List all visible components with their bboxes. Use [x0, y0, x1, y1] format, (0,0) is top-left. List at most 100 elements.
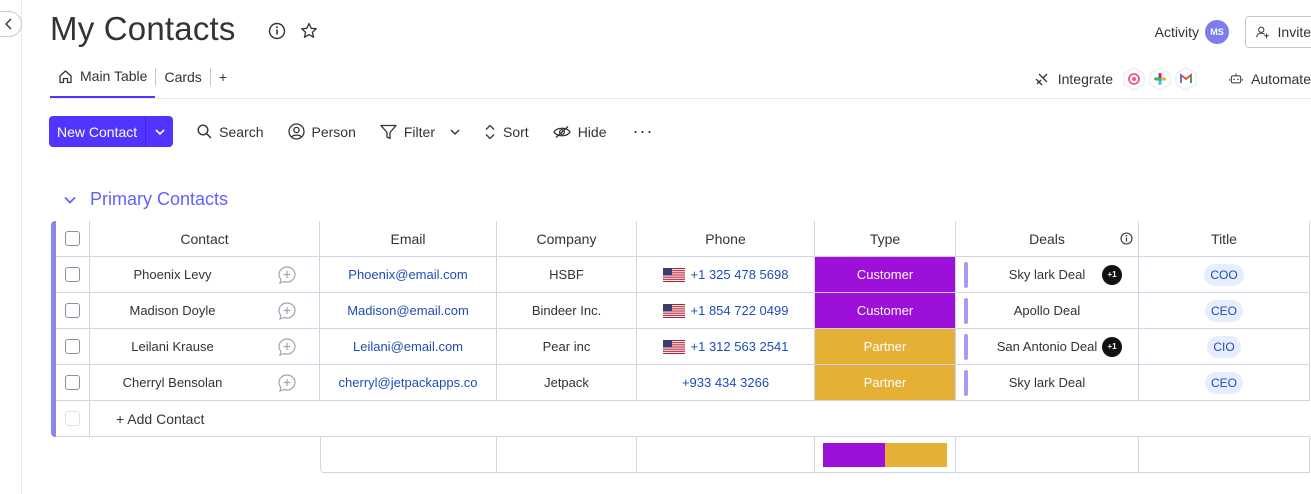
type-status-cell[interactable]: Partner: [815, 329, 956, 365]
new-contact-dropdown[interactable]: [146, 116, 173, 147]
email-cell[interactable]: Leilani@email.com: [320, 329, 497, 365]
tab-main-table[interactable]: Main Table: [50, 62, 156, 98]
phone-cell[interactable]: +933 434 3266: [637, 365, 815, 401]
eye-off-icon: [552, 125, 571, 138]
group-title[interactable]: Primary Contacts: [90, 189, 228, 210]
type-summary-cell[interactable]: [815, 437, 956, 473]
us-flag-icon: [662, 339, 685, 354]
new-contact-button[interactable]: New Contact: [49, 116, 174, 147]
company-cell[interactable]: HSBF: [497, 257, 637, 293]
search-button[interactable]: Search: [197, 124, 264, 140]
type-status-cell[interactable]: Customer: [815, 293, 956, 329]
deals-cell[interactable]: San Antonio Deal +1: [956, 329, 1139, 365]
company-cell[interactable]: Jetpack: [497, 365, 637, 401]
sort-button[interactable]: Sort: [484, 124, 529, 140]
select-all-cell: [56, 221, 90, 257]
deal-color-bar: [964, 334, 968, 360]
add-row-checkbox: [65, 411, 80, 426]
company-cell[interactable]: Bindeer Inc.: [497, 293, 637, 329]
summary-cell: [956, 437, 1139, 473]
column-header-email[interactable]: Email: [320, 221, 497, 257]
deals-cell[interactable]: Sky lark Deal: [956, 365, 1139, 401]
row-checkbox[interactable]: [65, 267, 80, 282]
select-all-checkbox[interactable]: [65, 231, 80, 246]
row-select-cell: [56, 293, 90, 329]
title-cell[interactable]: COO: [1139, 257, 1310, 293]
title-cell[interactable]: CIO: [1139, 329, 1310, 365]
hide-button[interactable]: Hide: [552, 123, 607, 140]
company-cell[interactable]: Pear inc: [497, 329, 637, 365]
column-header-type[interactable]: Type: [815, 221, 956, 257]
chevron-down-icon[interactable]: [450, 129, 460, 135]
activity-link[interactable]: Activity: [1155, 24, 1199, 40]
deal-color-bar: [964, 370, 968, 396]
deals-cell[interactable]: Sky lark Deal +1: [956, 257, 1139, 293]
column-header-deals[interactable]: Deals: [956, 221, 1139, 257]
contact-name[interactable]: Cherryl Bensolan: [90, 365, 255, 401]
invite-button[interactable]: Invite: [1245, 16, 1311, 48]
more-options-button[interactable]: ···: [632, 121, 653, 142]
info-icon[interactable]: [268, 22, 286, 40]
extra-deals-badge[interactable]: +1: [1102, 336, 1122, 357]
add-update-icon[interactable]: [277, 301, 297, 321]
phone-cell[interactable]: +1 854 722 0499: [637, 293, 815, 329]
title-cell[interactable]: CEO: [1139, 293, 1310, 329]
contact-name[interactable]: Phoenix Levy: [90, 257, 255, 293]
avatar[interactable]: MS: [1205, 20, 1229, 44]
column-header-company[interactable]: Company: [497, 221, 637, 257]
gmail-icon[interactable]: [1173, 66, 1199, 92]
row-checkbox[interactable]: [65, 375, 80, 390]
us-flag-icon: [662, 267, 685, 282]
slack-icon[interactable]: [1147, 66, 1173, 92]
extra-deals-badge[interactable]: +1: [1102, 264, 1122, 285]
title-cell[interactable]: CEO: [1139, 365, 1310, 401]
type-status-cell[interactable]: Customer: [815, 257, 956, 293]
tab-cards[interactable]: Cards: [156, 62, 209, 92]
column-header-phone[interactable]: Phone: [637, 221, 815, 257]
home-icon: [59, 69, 72, 83]
contact-name[interactable]: Leilani Krause: [90, 329, 255, 365]
chevron-down-icon[interactable]: [64, 196, 76, 204]
email-cell[interactable]: Madison@email.com: [320, 293, 497, 329]
title-pill: COO: [1204, 263, 1244, 286]
customer-portion: [823, 442, 885, 467]
phone-number: +1 325 478 5698: [690, 267, 789, 282]
title-pill: CIO: [1207, 335, 1241, 358]
add-update-cell[interactable]: [255, 365, 320, 401]
automate-button[interactable]: Automate: [1229, 71, 1311, 87]
person-filter-button[interactable]: Person: [287, 123, 356, 140]
add-update-icon[interactable]: [277, 373, 297, 393]
phone-cell[interactable]: +1 312 563 2541: [637, 329, 815, 365]
type-status-cell[interactable]: Partner: [815, 365, 956, 401]
column-header-title[interactable]: Title: [1139, 221, 1310, 257]
add-view-button[interactable]: +: [211, 62, 235, 92]
type-distribution-bar[interactable]: [823, 442, 947, 467]
add-update-cell[interactable]: [255, 329, 320, 365]
deals-cell[interactable]: Apollo Deal: [956, 293, 1139, 329]
new-contact-main[interactable]: New Contact: [49, 116, 147, 147]
email-cell[interactable]: Phoenix@email.com: [320, 257, 497, 293]
star-icon[interactable]: [300, 22, 318, 40]
add-update-cell[interactable]: [255, 257, 320, 293]
add-update-icon[interactable]: [277, 265, 297, 285]
add-contact-input[interactable]: + Add Contact: [90, 401, 1310, 437]
info-icon[interactable]: [1120, 232, 1133, 245]
row-select-cell: [56, 257, 90, 293]
add-update-icon[interactable]: [277, 337, 297, 357]
group-header[interactable]: Primary Contacts: [64, 189, 228, 210]
filter-button[interactable]: Filter: [380, 124, 460, 140]
column-header-contact[interactable]: Contact: [90, 221, 320, 257]
contact-name[interactable]: Madison Doyle: [90, 293, 255, 329]
email-cell[interactable]: cherryl@jetpackapps.co: [320, 365, 497, 401]
us-flag-icon: [662, 303, 685, 318]
integration-app-icon[interactable]: [1121, 66, 1147, 92]
row-checkbox[interactable]: [65, 339, 80, 354]
row-checkbox[interactable]: [65, 303, 80, 318]
integrate-button[interactable]: Integrate: [1034, 71, 1113, 87]
phone-cell[interactable]: +1 325 478 5698: [637, 257, 815, 293]
add-update-cell[interactable]: [255, 293, 320, 329]
deals-header-label: Deals: [1029, 230, 1065, 247]
summary-cell: [1139, 437, 1310, 473]
search-icon: [197, 124, 212, 139]
hide-label: Hide: [577, 123, 607, 140]
